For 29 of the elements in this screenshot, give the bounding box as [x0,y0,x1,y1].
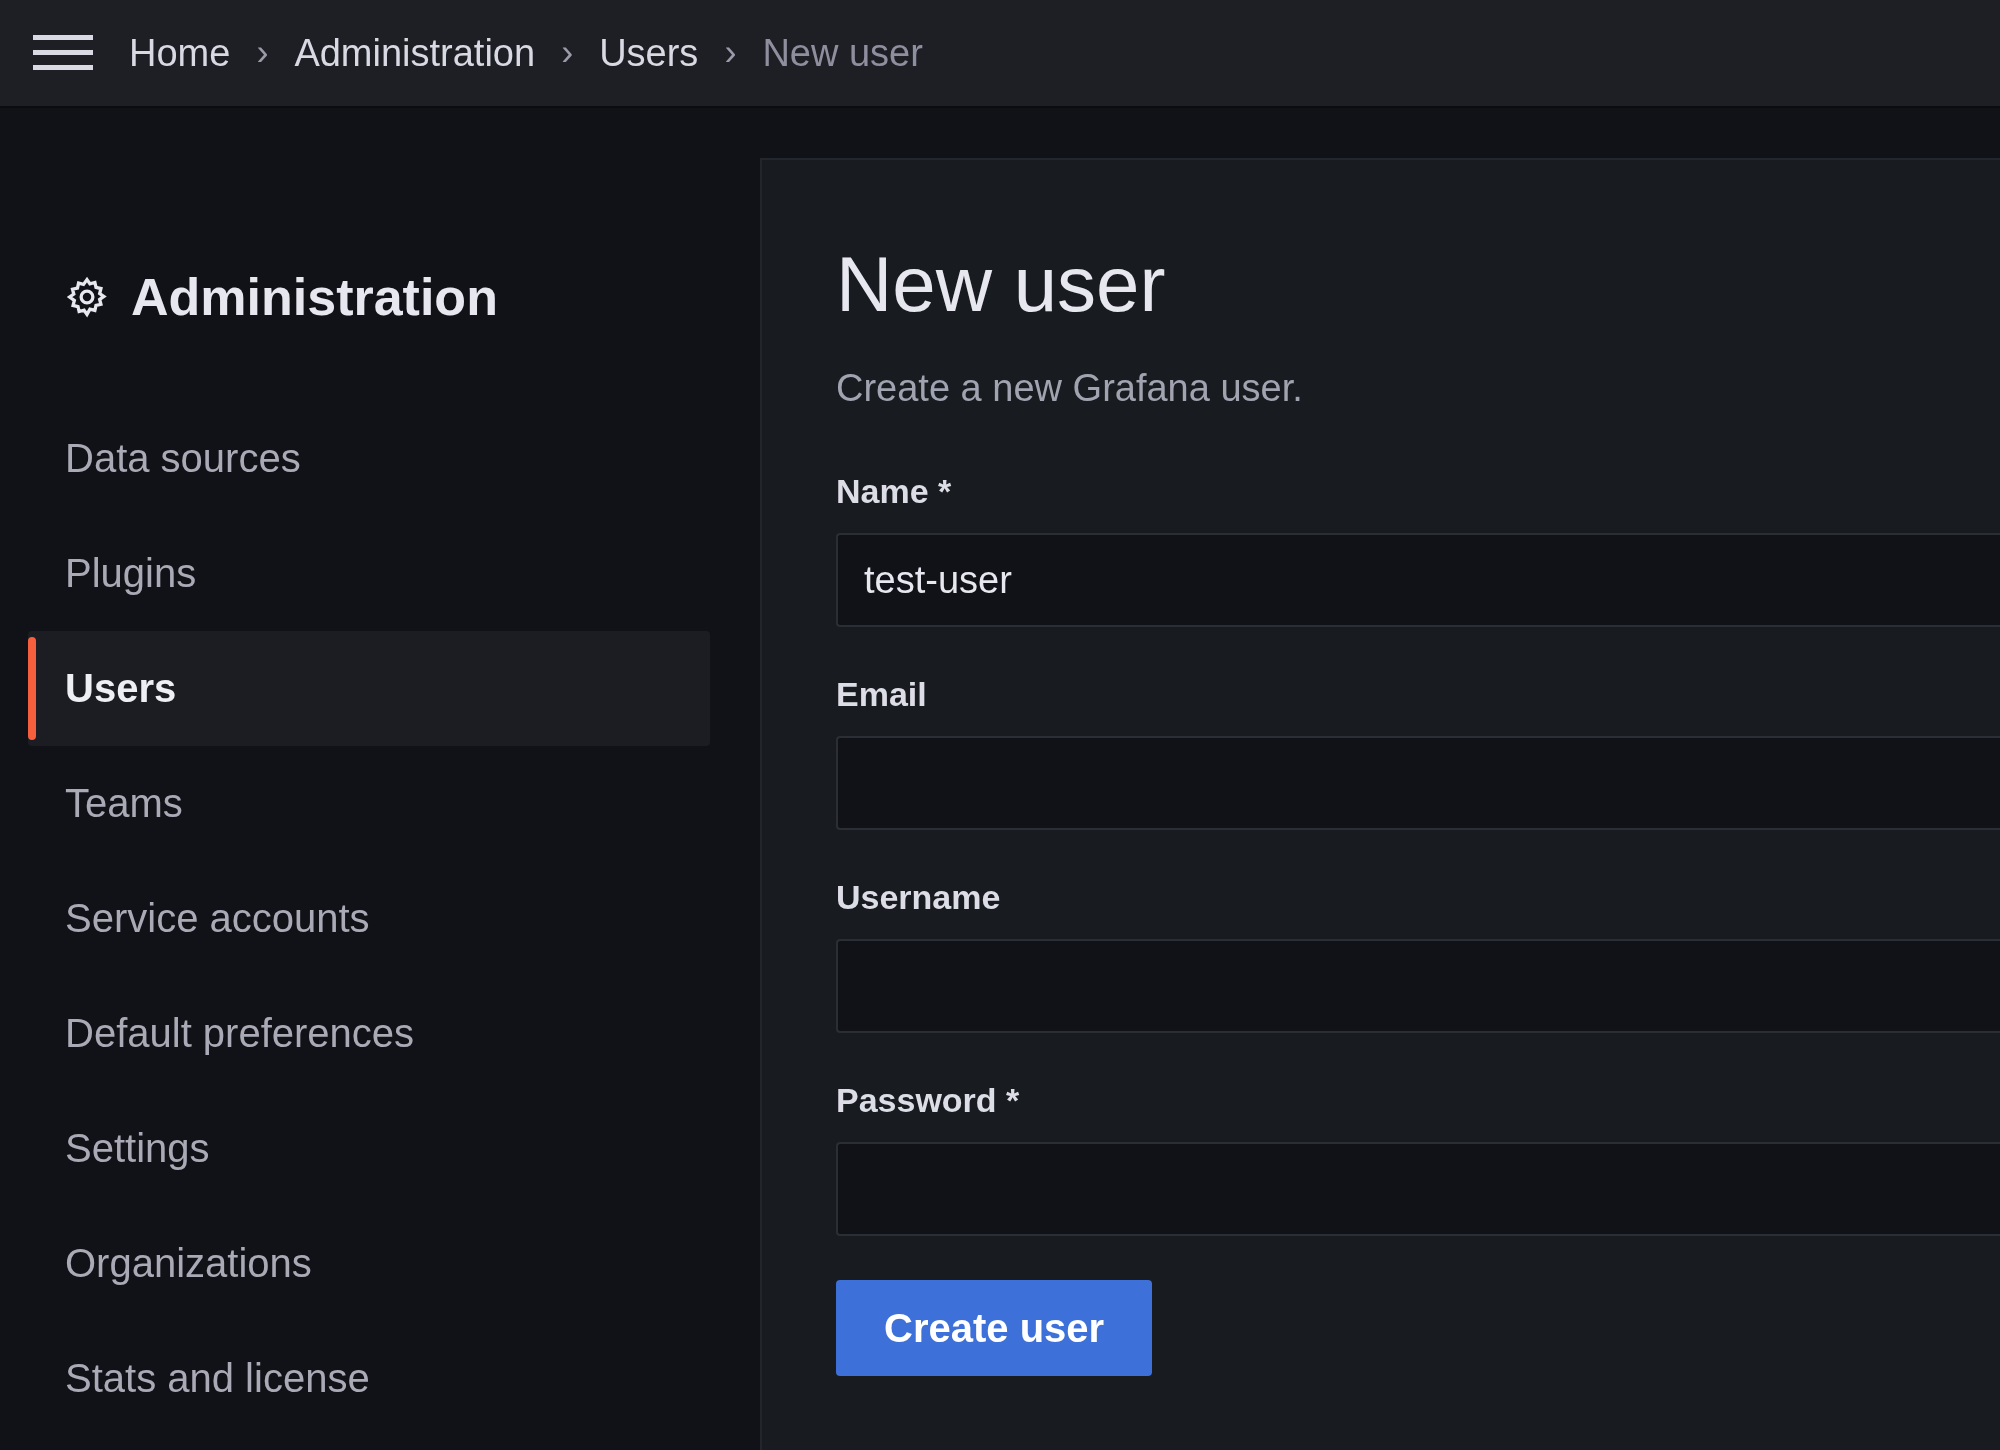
input-field[interactable] [836,736,2000,830]
sidebar-item[interactable]: Teams [28,746,710,861]
page-title: New user [836,239,1167,330]
input-field[interactable] [836,939,2000,1033]
breadcrumb-link[interactable]: Home [129,31,231,75]
settings-icon [65,275,109,319]
breadcrumb-link[interactable]: Users [599,31,699,75]
sidebar-item[interactable]: Settings [28,1091,710,1206]
sidebar-item[interactable]: Default preferences [28,976,710,1091]
field-label: Name * [836,472,953,511]
create-user-button[interactable]: Create user [836,1280,1153,1376]
breadcrumb-separator: › [561,32,574,74]
field-label: Username [836,878,1002,917]
sidebar-item[interactable]: Stats and license [28,1321,710,1436]
field-label: Email [836,675,928,714]
field-label: Password * [836,1081,1021,1120]
page-subtitle: Create a new Grafana user. [836,367,1304,410]
input-field[interactable]: test-user [836,533,2000,627]
sidebar-item[interactable]: Service accounts [28,861,710,976]
input-field[interactable] [836,1142,2000,1236]
sidebar-item[interactable]: Data sources [28,401,710,516]
sidebar-item[interactable]: Plugins [28,516,710,631]
breadcrumb-separator: › [256,32,269,74]
sidebar-item[interactable]: Users [28,631,710,746]
sidebar-title: Administration [131,267,498,327]
breadcrumb-link[interactable]: Administration [294,31,536,75]
breadcrumb-separator: › [724,32,737,74]
menu-icon[interactable] [33,33,93,73]
sidebar-item[interactable]: Organizations [28,1206,710,1321]
